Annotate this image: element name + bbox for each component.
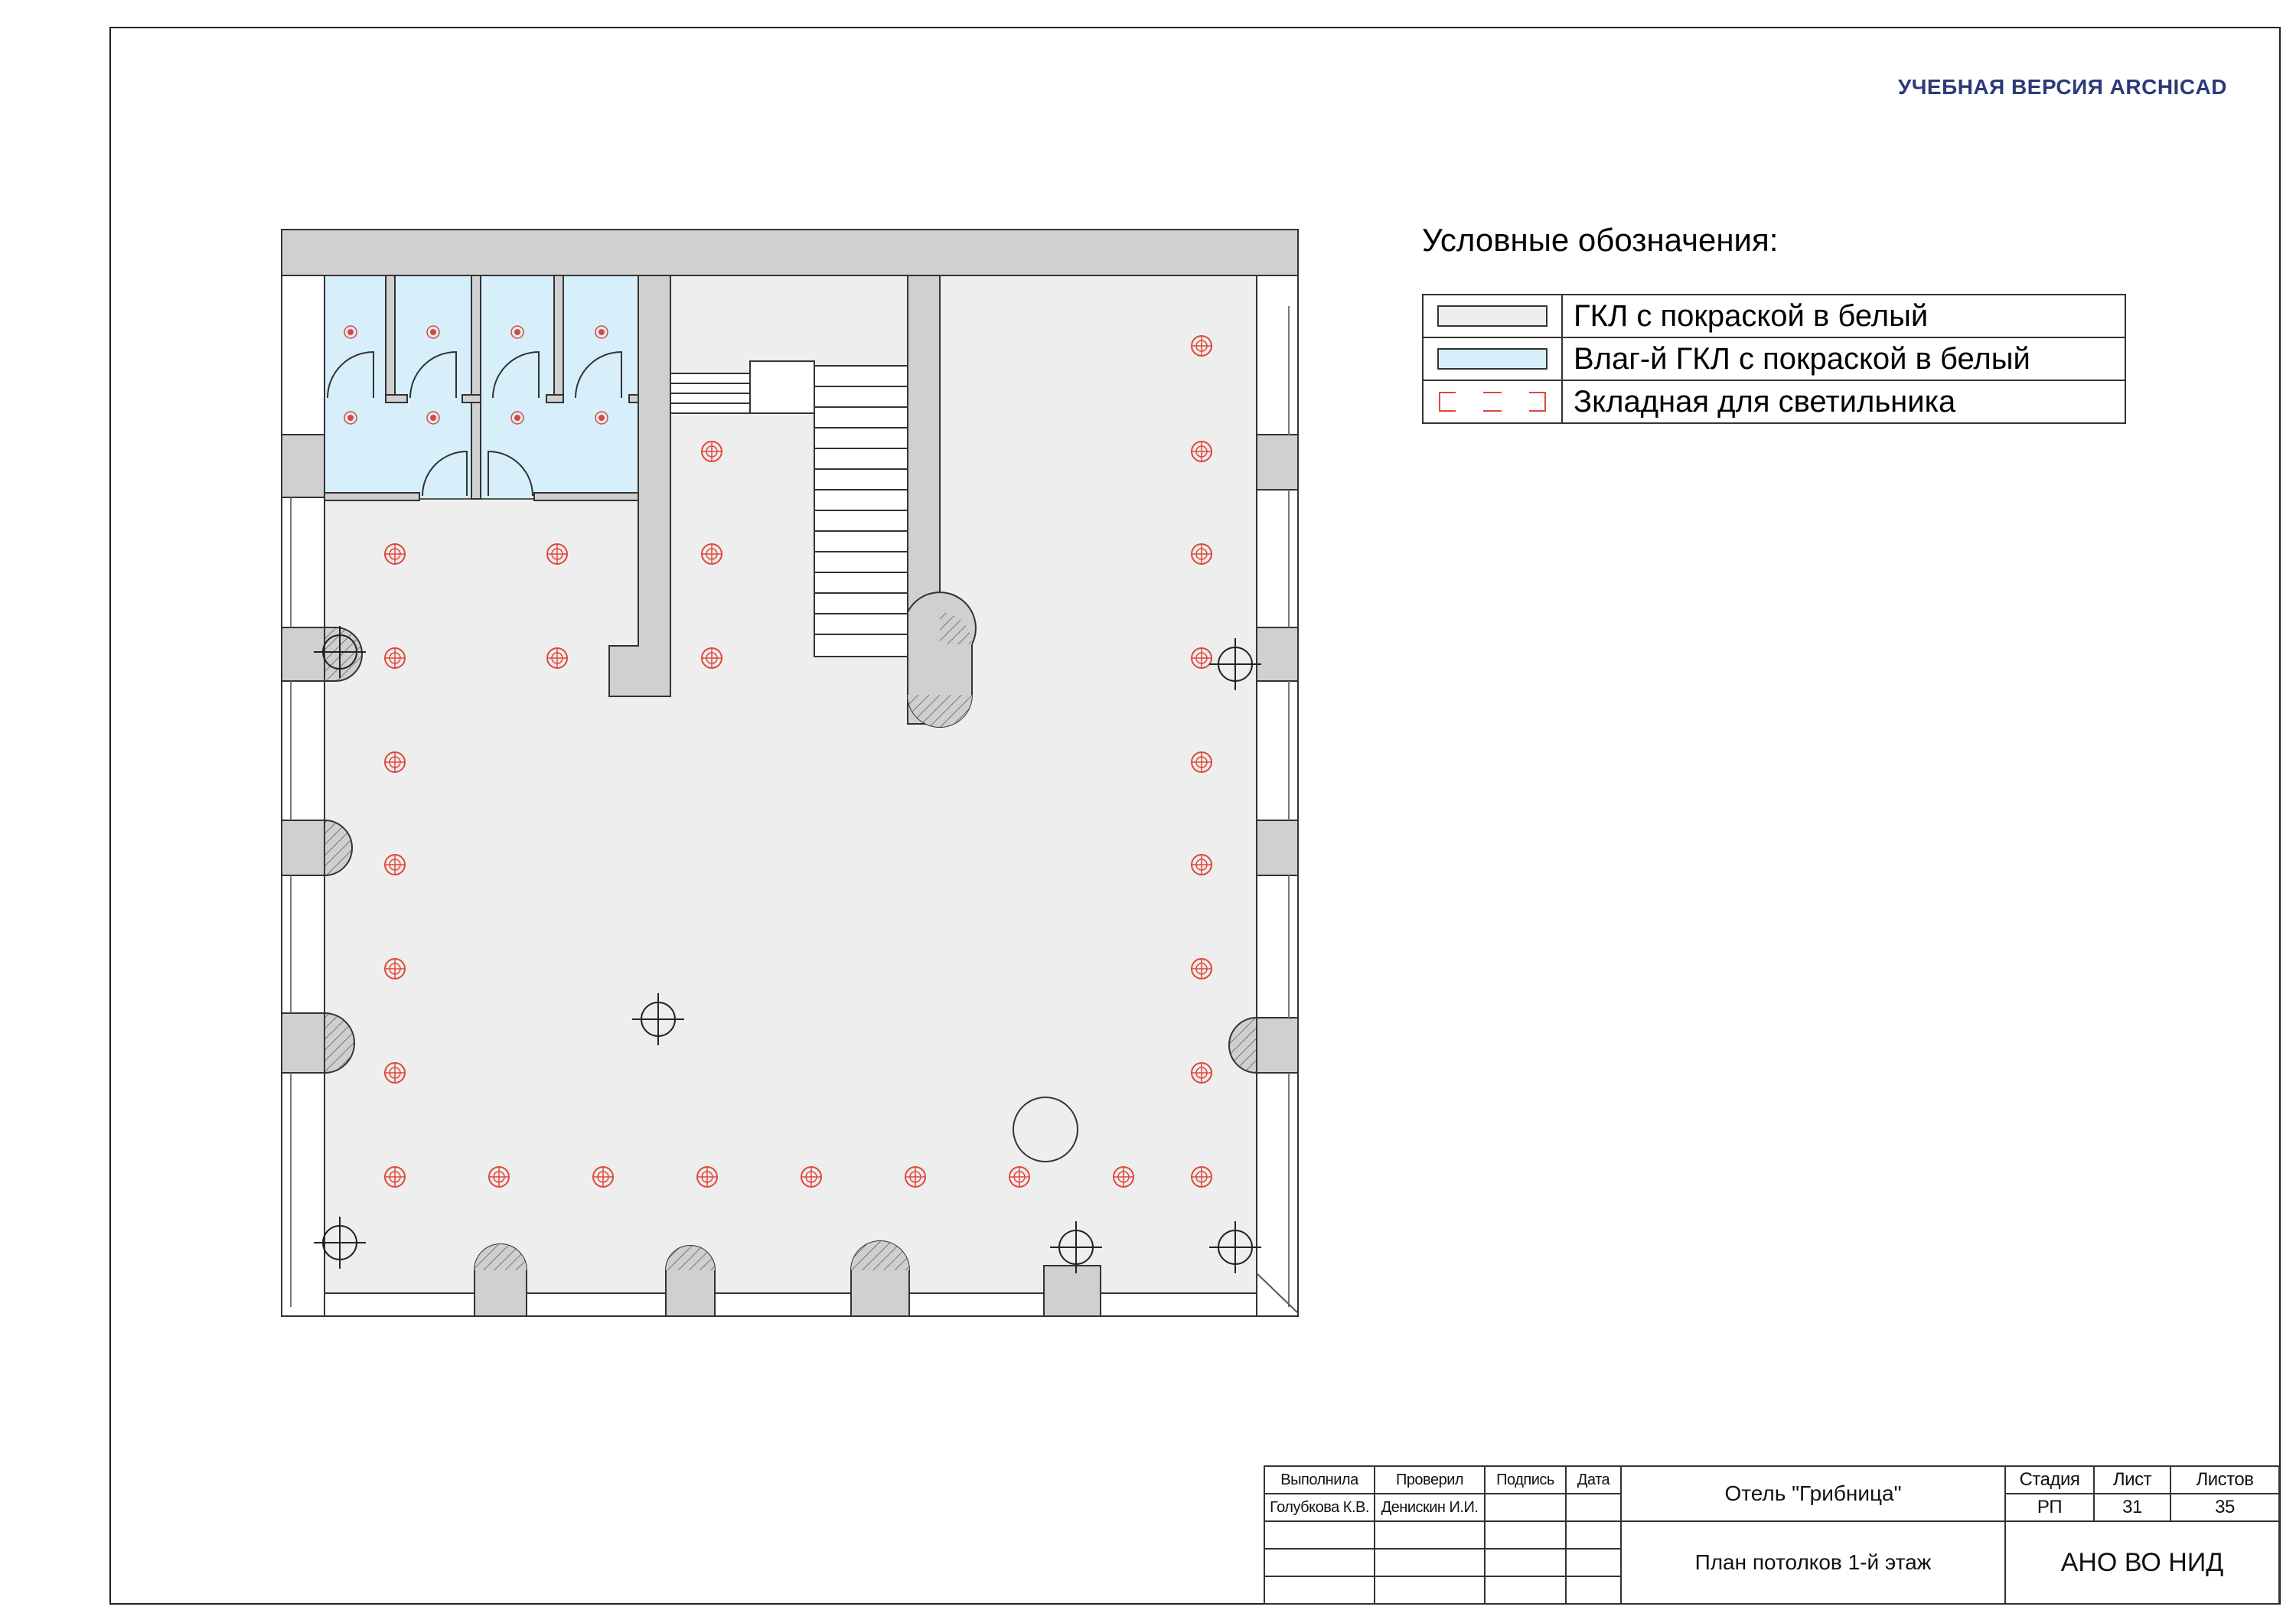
legend-row: Зкладная для светильника: [1422, 380, 2126, 424]
lamp-mark: [1191, 1166, 1212, 1188]
lamp-mark: [1191, 647, 1212, 669]
lamp-mark: [384, 647, 406, 669]
lamp-mark: [384, 1166, 406, 1188]
lamp-mark: [1009, 1166, 1030, 1188]
lamp-mark: [1191, 1062, 1212, 1084]
pier: [1256, 820, 1299, 876]
legend-table: ГКЛ с покраской в белый Влаг-й ГКЛ с пок…: [1422, 294, 2126, 424]
lamp-mark: [1191, 751, 1212, 773]
sheet-value: 31: [2122, 1497, 2142, 1517]
pier: [281, 820, 325, 876]
floor-plan-sheet: [109, 27, 2281, 1605]
wall-top: [281, 229, 1299, 276]
legend-swatch-cell: [1422, 294, 1563, 338]
header-checked: Проверил: [1395, 1471, 1464, 1488]
lamp-mark: [696, 1166, 718, 1188]
lamp-mark: [546, 647, 568, 669]
lamp-mark: [384, 543, 406, 565]
wall-left: [281, 275, 325, 1317]
legend-swatch-cell: [1422, 380, 1563, 424]
pier: [281, 627, 325, 682]
lamp-mark: [1113, 1166, 1134, 1188]
lamp-mark: [1191, 543, 1212, 565]
floor-plan: [281, 229, 1299, 1317]
red-bracket-marks: [1439, 392, 1546, 412]
legend-swatch-cell: [1422, 337, 1563, 381]
legend-title: Условные обозначения:: [1422, 222, 1779, 258]
legend-row: Влаг-й ГКЛ с покраской в белый: [1422, 337, 2126, 381]
wall-bottom: [324, 1292, 1257, 1317]
header-signature: Подпись: [1496, 1471, 1554, 1488]
lamp-mark: [905, 1166, 926, 1188]
lamp-mark: [801, 1166, 822, 1188]
header-sheets: Листов: [2196, 1469, 2254, 1490]
performed-by: Голубкова К.В.: [1270, 1498, 1369, 1516]
legend-label: Зкладная для светильника: [1561, 380, 2126, 424]
header-performed: Выполнила: [1280, 1471, 1358, 1488]
lamp-mark: [384, 751, 406, 773]
lamp-mark: [701, 647, 722, 669]
wall-right: [1256, 275, 1299, 1317]
lamp-mark: [384, 854, 406, 875]
stage-value: РП: [2037, 1497, 2063, 1517]
legend-label: ГКЛ с покраской в белый: [1561, 294, 2126, 338]
lamp-mark: [1191, 335, 1212, 357]
lamp-mark: [384, 1062, 406, 1084]
lamp-mark: [1191, 958, 1212, 979]
title-block: Выполнила Проверил Подпись Дата Голубков…: [1264, 1466, 2279, 1604]
header-date: Дата: [1577, 1471, 1610, 1488]
lamp-mark: [384, 958, 406, 979]
grey-fill-swatch: [1437, 305, 1548, 327]
pier: [281, 434, 325, 498]
legend-label: Влаг-й ГКЛ с покраской в белый: [1561, 337, 2126, 381]
lamp-mark: [701, 543, 722, 565]
header-stage: Стадия: [2019, 1469, 2080, 1490]
pier: [1256, 1017, 1299, 1074]
sheets-value: 35: [2215, 1497, 2235, 1517]
watermark: УЧЕБНАЯ ВЕРСИЯ ARCHICAD: [1897, 75, 2227, 99]
lamp-mark: [488, 1166, 510, 1188]
lamp-mark: [592, 1166, 614, 1188]
drawing-name: План потолков 1-й этаж: [1694, 1550, 1932, 1574]
pier: [1256, 627, 1299, 682]
pier: [281, 1012, 325, 1074]
pier: [1256, 434, 1299, 490]
lamp-mark: [546, 543, 568, 565]
pier: [1043, 1265, 1101, 1317]
legend-row: ГКЛ с покраской в белый: [1422, 294, 2126, 338]
lamp-mark: [701, 441, 722, 462]
lamp-mark: [1191, 441, 1212, 462]
project-name: Отель "Грибница": [1724, 1481, 1902, 1505]
header-sheet: Лист: [2112, 1469, 2152, 1490]
checked-by: Денискин И.И.: [1381, 1498, 1479, 1516]
lamp-mark: [1191, 854, 1212, 875]
light-blue-fill-swatch: [1437, 348, 1548, 370]
organization: АНО ВО НИД: [2060, 1547, 2224, 1577]
